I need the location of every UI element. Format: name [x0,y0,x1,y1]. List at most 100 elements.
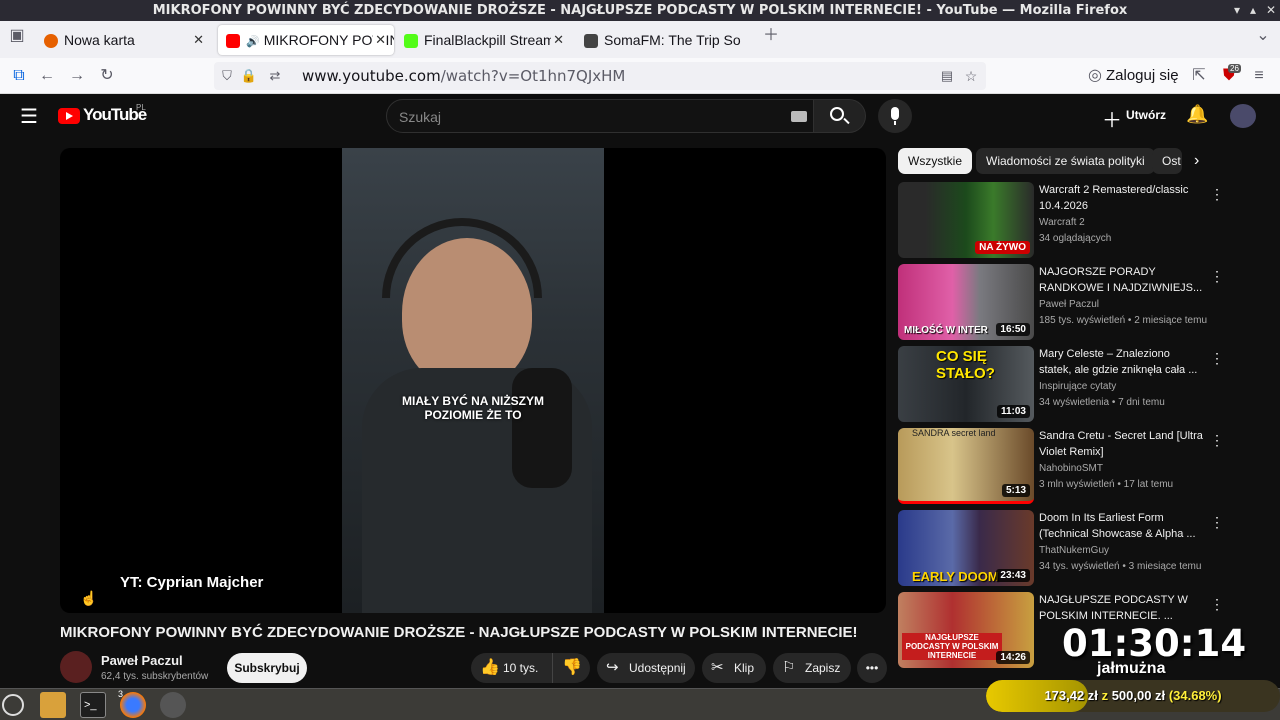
video-frame: MIAŁY BYĆ NA NIŻSZYM POZIOMIE ŻE TO [342,148,604,613]
sidebar-toggle-icon[interactable]: ⧉ [8,65,30,87]
window-titlebar: MIKROFONY POWINNY BYĆ ZDECYDOWANIE DROŻS… [0,0,1280,21]
video-title: MIKROFONY POWINNY BYĆ ZDECYDOWANIE DROŻS… [60,624,858,641]
scissors-icon: ✂ [711,659,724,676]
rec-title[interactable]: Doom In Its Earliest Form (Technical Sho… [1039,510,1205,542]
kebab-menu-icon[interactable]: ⋮ [1210,350,1224,367]
rec-title[interactable]: Mary Celeste – Znaleziono statek, ale gd… [1039,346,1205,378]
account-icon[interactable]: ◎ [1084,65,1106,87]
chevron-down-icon[interactable]: ⌄ [1252,25,1274,47]
more-actions-icon[interactable]: ••• [857,653,887,683]
new-tab-icon[interactable]: ＋ [760,25,782,47]
create-button[interactable]: Utwórz [1126,108,1166,122]
chip-politics[interactable]: Wiadomości ze świata polityki [976,148,1155,174]
menu-icon[interactable]: ≡ [1248,65,1270,87]
rec-channel[interactable]: Warcraft 2 [1039,217,1085,228]
tab-youtube-active[interactable]: 🔊MIKROFONY POWINNY BYĆ ✕ [218,25,394,55]
firefox-taskbar-icon[interactable] [120,692,146,718]
recommendation-item[interactable]: MIŁOŚĆ W INTER 16:50 NAJGORSZE PORADY RA… [898,264,1228,342]
login-button[interactable]: Zaloguj się [1106,58,1179,94]
recommendation-item[interactable]: NA ŻYWO Warcraft 2 Remastered/classic 10… [898,182,1228,260]
firefox-icon [44,34,58,49]
somafm-favicon-icon [584,34,598,49]
tab-list-icon[interactable]: ▣ [6,25,28,47]
permissions-icon[interactable]: ⇄ [264,65,286,87]
thumbnail[interactable]: MIŁOŚĆ W INTER 16:50 [898,264,1034,340]
extension-badge: 26 [1228,64,1241,73]
lock-icon[interactable]: 🔒 [238,65,260,87]
shield-icon[interactable]: ⛉ [216,65,238,87]
channel-name[interactable]: Paweł Paczul [101,653,183,668]
close-tab-icon[interactable]: ✕ [373,25,386,55]
terminal-icon[interactable]: >_ [80,692,106,718]
tab-new-tab[interactable]: Nowa karta ✕ [36,25,212,55]
clip-button[interactable]: ✂ Klip [702,653,766,683]
rec-meta: 34 oglądających [1039,233,1112,244]
video-player[interactable]: MIAŁY BYĆ NA NIŻSZYM POZIOMIE ŻE TO YT: … [60,148,886,613]
thumbnail[interactable]: CO SIĘ STAŁO? 11:03 [898,346,1034,422]
rec-channel[interactable]: ThatNukemGuy [1039,545,1109,556]
microphone-button[interactable] [878,99,912,133]
tab-label: Nowa karta [64,32,135,48]
avatar[interactable] [1230,104,1256,128]
start-menu-icon[interactable] [2,694,24,716]
chevron-right-icon[interactable]: › [1194,152,1199,170]
recommendation-item[interactable]: CO SIĘ STAŁO? 11:03 Mary Celeste – Znale… [898,346,1228,424]
file-manager-icon[interactable] [40,692,66,718]
rec-title[interactable]: Warcraft 2 Remastered/classic 10.4.2026 [1039,182,1205,214]
rec-meta: 3 mln wyświetleń • 17 lat temu [1039,479,1174,490]
thumbnail[interactable]: NA ŻYWO [898,182,1034,258]
search-input[interactable]: Szukaj [386,99,814,133]
close-window-icon[interactable]: ✕ [1266,0,1276,21]
thumbnail-text: CO SIĘ STAŁO? [936,348,995,382]
forward-icon[interactable]: → [66,65,88,87]
thumbnail[interactable]: NAJGŁUPSZE PODCASTY W POLSKIM INTERNECIE… [898,592,1034,668]
channel-avatar[interactable] [60,651,92,683]
notifications-bell-icon[interactable]: 🔔 [1186,104,1208,125]
rec-channel[interactable]: Paweł Paczul [1039,299,1099,310]
rec-title[interactable]: NAJGORSZE PORADY RANDKOWE I NAJDZIWNIEJS… [1039,264,1205,296]
tab-kick-stream[interactable]: FinalBlackpill Stream ✕ [396,25,572,55]
rec-channel[interactable]: Inspirujące cytaty [1039,381,1116,392]
kebab-menu-icon[interactable]: ⋮ [1210,432,1224,449]
url-text[interactable]: www.youtube.com/watch?v=Ot1hn7QJxHM [302,62,625,90]
rec-title[interactable]: NAJGŁUPSZE PODCASTY W POLSKIM INTERNECIE… [1039,592,1205,624]
kebab-menu-icon[interactable]: ⋮ [1210,268,1224,285]
rec-channel[interactable]: NahobinoSMT [1039,463,1103,474]
recommendation-item[interactable]: EARLY DOOM 23:43 Doom In Its Earliest Fo… [898,510,1228,588]
kebab-menu-icon[interactable]: ⋮ [1210,186,1224,203]
donation-percent: (34.68%) [1168,688,1222,703]
close-tab-icon[interactable]: ✕ [193,25,204,55]
subscribe-button[interactable]: Subskrybuj [227,653,307,683]
save-button[interactable]: ⚐ Zapisz [773,653,851,683]
thumbnail[interactable]: EARLY DOOM 23:43 [898,510,1034,586]
share-button[interactable]: ↪ Udostępnij [597,653,695,683]
back-icon[interactable]: ← [36,65,58,87]
extensions-icon[interactable]: ⇱ [1188,65,1210,87]
kebab-menu-icon[interactable]: ⋮ [1210,514,1224,531]
video-subtitle: MIAŁY BYĆ NA NIŻSZYM POZIOMIE ŻE TO [342,394,604,422]
thumbnail-text: NAJGŁUPSZE PODCASTY W POLSKIM INTERNECIE [902,633,1002,660]
reload-icon[interactable]: ↻ [96,65,118,87]
keyboard-icon[interactable] [791,111,807,122]
url-bar[interactable]: ⛉ 🔒 ⇄ www.youtube.com/watch?v=Ot1hn7QJxH… [214,62,986,90]
youtube-logo-icon[interactable] [58,108,80,124]
chip-all[interactable]: Wszystkie [898,148,972,174]
thumbnail[interactable]: SANDRA secret land 5:13 [898,428,1034,504]
kebab-menu-icon[interactable]: ⋮ [1210,596,1224,613]
chip-other[interactable]: Ost [1152,148,1182,174]
recommendation-item[interactable]: SANDRA secret land 5:13 Sandra Cretu - S… [898,428,1228,506]
hamburger-menu-icon[interactable]: ☰ [20,104,38,129]
like-button[interactable]: 👍 10 tys. [471,653,552,683]
rec-title[interactable]: Sandra Cretu - Secret Land [Ultra Violet… [1039,428,1205,460]
close-tab-icon[interactable]: ✕ [551,25,564,55]
bookmark-star-icon[interactable]: ☆ [960,65,982,87]
subscriber-count: 62,4 tys. subskrybentów [101,671,209,682]
search-button[interactable] [814,99,866,133]
reader-view-icon[interactable]: ▤ [936,65,958,87]
audio-playing-icon[interactable]: 🔊 [246,36,260,48]
maximize-icon[interactable]: ▴ [1250,0,1256,21]
dislike-button[interactable]: 👎 [552,653,590,683]
minimize-icon[interactable]: ▾ [1234,0,1240,21]
obs-icon[interactable] [160,692,186,718]
tab-somafm[interactable]: SomaFM: The Trip So [576,25,752,55]
